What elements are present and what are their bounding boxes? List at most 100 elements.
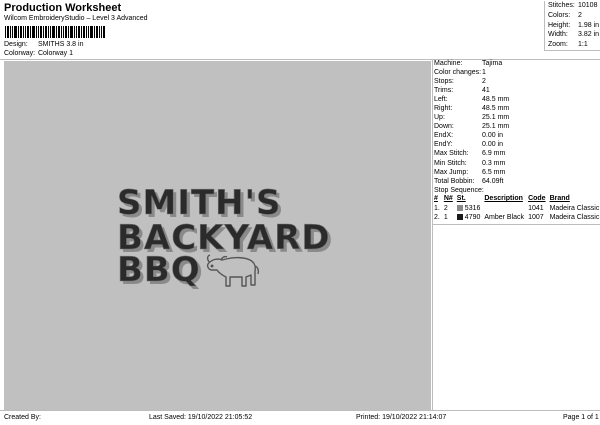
embroidery-design: SMITH'S SMITH'S BACKYARD BACKYARD BBQ BB… [117, 183, 333, 293]
detail-value: Tajima [482, 60, 503, 67]
detail-row: Left: 48.5 mm [432, 95, 600, 104]
stat-value: 3.82 in [578, 31, 600, 39]
detail-row: Machine: Tajima [432, 59, 600, 68]
details-panel: Machine: Tajima Color changes:1 Stops: 2 T… [432, 59, 600, 195]
stop-table-divider [432, 224, 600, 225]
design-value: SMITHS 3.8 in [37, 41, 84, 48]
design-preview: SMITH'S SMITH'S BACKYARD BACKYARD BBQ BB… [4, 61, 431, 410]
col-header: # [434, 195, 438, 203]
detail-value: 6.5 mm [482, 168, 506, 176]
color-swatch [456, 214, 463, 221]
design-line-3: BBQ [117, 250, 201, 290]
detail-label: Machine: [434, 60, 463, 67]
detail-label: EndX: [434, 132, 454, 140]
detail-label: Stops: [434, 78, 454, 86]
stat-value: 2 [578, 11, 582, 19]
stat-value: 1.98 in [578, 21, 600, 29]
color-swatch [456, 204, 463, 211]
design-line-1: SMITH'S [117, 183, 282, 223]
detail-label: Up: [434, 114, 445, 122]
stat-value: 1:1 [578, 41, 588, 49]
thread-brand: Madeira Classic 40 [549, 214, 600, 222]
detail-row: Down: 25.1 mm [432, 122, 600, 131]
detail-row: Trims: 41 [432, 86, 600, 95]
stat-label: Stitches: [548, 2, 575, 9]
table-header-row: # N# St. Description Code Brand [432, 194, 600, 204]
stat-zoom: Zoom: 1:1 [545, 40, 600, 50]
stat-height: Height: 1.98 in [545, 21, 600, 31]
detail-value: 25.1 mm [482, 114, 510, 122]
created-by: Created By: [4, 414, 41, 421]
stop-num: 1. [434, 204, 440, 212]
detail-label: Left: [434, 96, 448, 104]
detail-value: 0.00 in [482, 132, 504, 140]
table-row: 2. 1 4790 Amber Black 1007 Madeira Class… [432, 213, 600, 223]
col-header: Description [484, 195, 523, 203]
detail-row: Max Jump: 6.5 mm [432, 168, 600, 177]
detail-row: Total Bobbin: 64.09ft [432, 177, 600, 186]
thread-code: 1041 [528, 204, 544, 212]
stitch-value: 5316 [464, 204, 481, 212]
thread-code: 1007 [528, 214, 544, 222]
detail-value: 1 [482, 69, 486, 77]
design-row: Design: SMITHS 3.8 in [4, 41, 83, 48]
detail-value: 6.9 mm [482, 150, 506, 158]
detail-label: Min Stitch: [434, 159, 467, 167]
detail-label: Max Jump: [434, 168, 469, 176]
detail-value: 48.5 mm [482, 96, 510, 104]
needle-num: 2 [443, 204, 448, 212]
detail-value: 0.3 mm [482, 159, 506, 167]
stat-label: Width: [548, 31, 568, 39]
detail-value: 0.00 in [482, 141, 504, 149]
barcode [5, 26, 105, 38]
detail-label: Right: [434, 105, 453, 113]
stat-colors: Colors: 2 [545, 11, 600, 21]
col-header: St. [456, 195, 466, 203]
stitch-count: 5316 [455, 204, 483, 214]
detail-row: Stops: 2 [432, 77, 600, 86]
colorway-row: Colorway: Colorway 1 [4, 50, 73, 57]
col-header: Code [528, 195, 546, 203]
last-saved: Last Saved: 19/10/2022 21:05:52 [149, 414, 253, 421]
col-header: Brand [549, 195, 570, 203]
stat-value: 10108 [578, 2, 598, 9]
detail-label: Max Stitch: [434, 150, 469, 158]
detail-row: Up: 25.1 mm [432, 113, 600, 122]
detail-row: Right: 48.5 mm [432, 104, 600, 113]
detail-label: Stop Sequence: [434, 186, 484, 194]
stop-sequence-table: # N# St. Description Code Brand 1. 2 531… [432, 194, 600, 223]
detail-value: 64.09ft [482, 177, 504, 185]
detail-label: Color changes: [434, 69, 482, 77]
stats-box: Stitches: 10108 Colors: 2 Height: 1.98 in W… [544, 1, 600, 51]
detail-row: EndY: 0.00 in [432, 140, 600, 149]
stat-stitches: Stitches: 10108 [545, 1, 600, 11]
stat-label: Colors: [548, 11, 571, 19]
design-label: Design: [4, 41, 28, 48]
colorway-label: Colorway: [4, 50, 36, 57]
printed-date: Printed: 19/10/2022 21:14:07 [356, 414, 447, 421]
stitch-value: 4790 [464, 214, 481, 222]
stat-label: Height: [548, 21, 571, 29]
col-header: N# [443, 195, 453, 203]
detail-label: EndY: [434, 141, 453, 149]
needle-num: 1 [443, 214, 448, 222]
detail-row: Max Stitch: 6.9 mm [432, 149, 600, 158]
description [482, 204, 526, 214]
worksheet-title: Production Worksheet [4, 2, 122, 14]
detail-value: 41 [482, 87, 490, 95]
colorway-value: Colorway 1 [37, 50, 73, 57]
stat-label: Zoom: [548, 41, 568, 49]
page-number: Page 1 of 1 [563, 414, 599, 421]
detail-row: EndX: 0.00 in [432, 131, 600, 140]
detail-row: Color changes:1 [432, 68, 600, 77]
detail-value: 48.5 mm [482, 105, 510, 113]
detail-value: 25.1 mm [482, 123, 510, 131]
detail-value: 2 [482, 78, 486, 86]
description: Amber Black [484, 214, 525, 222]
stat-width: Width: 3.82 in [545, 30, 600, 40]
software-subtitle: Wilcom EmbroideryStudio – Level 3 Advanc… [4, 15, 148, 22]
detail-row: Min Stitch: 0.3 mm [432, 159, 600, 168]
table-row: 1. 2 5316 1041 Madeira Classic 40 [432, 204, 600, 214]
detail-label: Down: [434, 123, 454, 131]
stop-num: 2. [434, 214, 440, 222]
